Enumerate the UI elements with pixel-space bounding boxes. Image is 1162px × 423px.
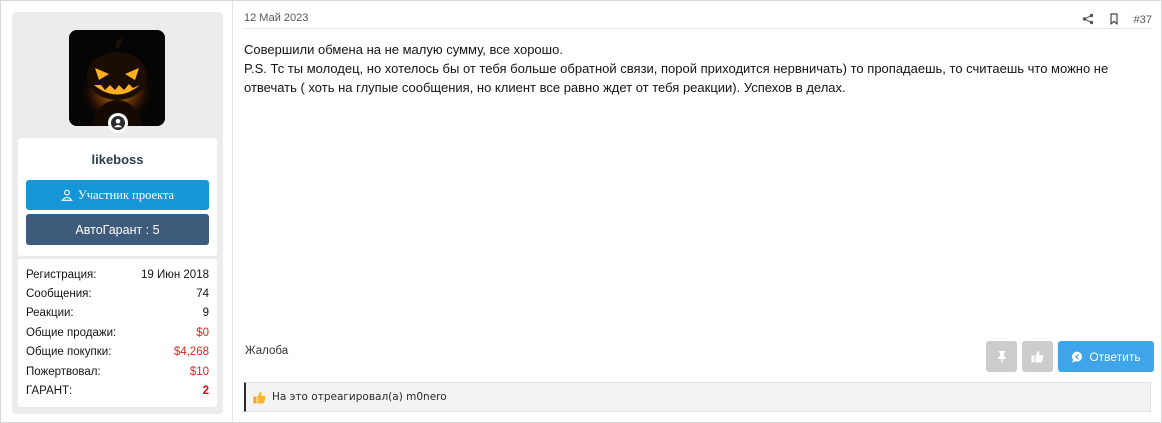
stat-value: 9	[202, 307, 209, 320]
stat-label: Сообщения:	[26, 288, 92, 301]
reply-label: Ответить	[1089, 349, 1141, 364]
stat-value: 19 Июн 2018	[140, 268, 209, 281]
stat-total-sales: Общие продажи: $0	[26, 323, 209, 342]
post-number-link[interactable]: #37	[1134, 14, 1152, 26]
stat-label: Реакции:	[26, 307, 74, 320]
stat-label: Регистрация:	[26, 268, 97, 281]
report-link[interactable]: Жалоба	[245, 345, 288, 357]
member-role-banner: Участник проекта	[26, 180, 209, 210]
message-column: 12 Май 2023 #37 Совершили обмена на не м…	[234, 1, 1161, 422]
pin-button[interactable]	[986, 341, 1017, 372]
user-panel: likeboss Участник проекта АвтоГарант : 5…	[12, 12, 223, 414]
stat-label: Пожертвовал:	[26, 365, 101, 378]
stat-label: ГАРАНТ:	[26, 385, 73, 398]
pumpkin-avatar-image	[69, 30, 165, 126]
stat-reactions: Реакции: 9	[26, 304, 209, 323]
stat-value: $10	[189, 365, 209, 378]
autogarant-banner: АвтоГарант : 5	[26, 214, 209, 245]
stat-registration: Регистрация: 19 Июн 2018	[26, 265, 209, 284]
username-link[interactable]: likeboss	[18, 152, 217, 167]
user-card: likeboss Участник проекта АвтоГарант : 5	[18, 138, 217, 256]
stat-messages: Сообщения: 74	[26, 284, 209, 303]
message-body: Совершили обмена на не малую сумму, все …	[244, 40, 1144, 97]
like-button[interactable]	[1022, 341, 1053, 372]
stat-total-purchases: Общие покупки: $4,268	[26, 343, 209, 362]
share-icon[interactable]	[1082, 10, 1094, 29]
stat-value[interactable]: 74	[196, 288, 209, 300]
stat-donated: Пожертвовал: $10	[26, 362, 209, 381]
autogarant-label: АвтоГарант : 5	[75, 222, 160, 237]
message-paragraph: P.S. Тс ты молодец, но хотелось бы от те…	[244, 61, 1109, 95]
stat-value: 2	[202, 385, 209, 398]
thumbs-up-reaction-icon	[253, 391, 266, 403]
user-column: likeboss Участник проекта АвтоГарант : 5…	[1, 1, 233, 422]
reactions-bar[interactable]: На это отреагировал(а) m0nero	[244, 382, 1151, 412]
post-date-link[interactable]: 12 Май 2023	[244, 12, 308, 24]
avatar[interactable]	[69, 30, 165, 126]
user-stats: Регистрация: 19 Июн 2018 Сообщения: 74 Р…	[18, 259, 217, 407]
bookmark-icon[interactable]	[1108, 10, 1120, 29]
user-online-icon	[108, 113, 128, 133]
message-paragraph: Совершили обмена на не малую сумму, все …	[244, 42, 563, 57]
forum-post: likeboss Участник проекта АвтоГарант : 5…	[0, 0, 1162, 423]
thumbs-up-icon	[1031, 350, 1044, 363]
post-tools: #37	[1082, 10, 1152, 29]
header-divider	[243, 28, 1151, 29]
member-role-label: Участник проекта	[77, 187, 175, 202]
user-outline-icon	[61, 189, 73, 201]
reply-bubble-icon	[1072, 351, 1083, 362]
reply-button[interactable]: Ответить	[1058, 341, 1154, 372]
stat-label: Общие продажи:	[26, 326, 117, 339]
stat-value: $4,268	[173, 346, 209, 359]
pin-icon	[997, 351, 1006, 363]
stat-label: Общие покупки:	[26, 346, 112, 359]
reaction-text: На это отреагировал(а) m0nero	[272, 391, 447, 403]
stat-value: $0	[196, 326, 209, 339]
stat-garant: ГАРАНТ: 2	[26, 381, 209, 400]
